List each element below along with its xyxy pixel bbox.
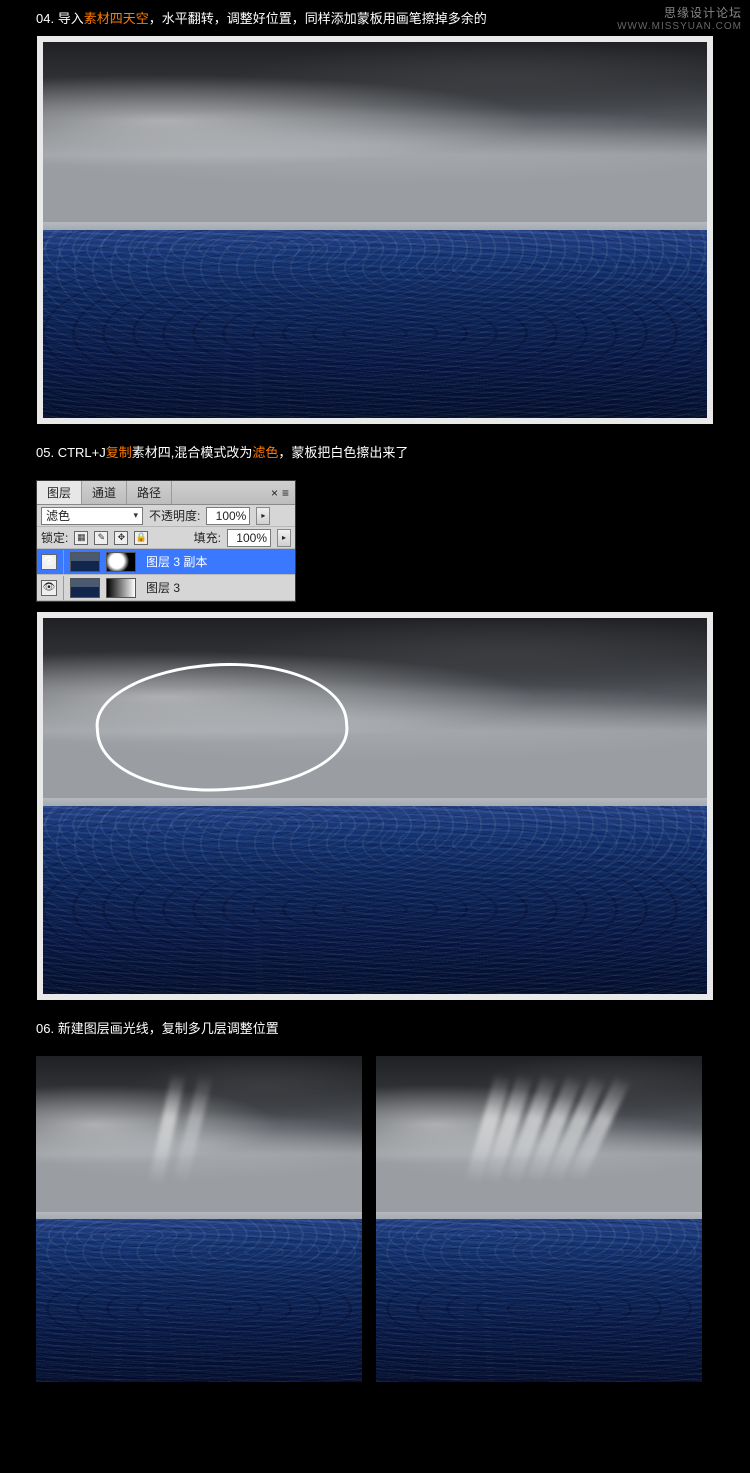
tab-layers[interactable]: 图层 xyxy=(37,481,82,504)
ocean-water xyxy=(36,1219,362,1382)
ocean-water xyxy=(43,806,707,994)
fill-input[interactable]: 100% xyxy=(227,529,271,547)
blend-mode-dropdown[interactable]: 滤色 ▾ xyxy=(41,507,143,525)
panel-tabs: 图层 通道 路径 × ≡ xyxy=(37,481,295,505)
step-05-highlight-1: 复制 xyxy=(106,445,132,460)
opacity-value: 100% xyxy=(216,509,247,523)
lock-all-icon[interactable]: 🔒 xyxy=(134,531,148,545)
layer-list: 👁 图层 3 副本 👁 图层 3 xyxy=(37,549,295,601)
step-06-text: 新建图层画光线，复制多几层调整位置 xyxy=(58,1021,279,1036)
step-05-prefix: CTRL+J xyxy=(58,445,106,460)
step-05-number: 05. xyxy=(36,445,54,460)
layer-name: 图层 3 xyxy=(142,579,291,596)
storm-clouds xyxy=(43,42,707,230)
visibility-eye-icon[interactable]: 👁 xyxy=(41,580,57,596)
step-05-figure xyxy=(37,612,713,1000)
layers-panel: 图层 通道 路径 × ≡ 滤色 ▾ 不透明度: 100% ▸ 锁定: ▦ ✎ ✥… xyxy=(36,480,296,602)
visibility-eye-icon[interactable]: 👁 xyxy=(41,554,57,570)
watermark-title: 思缘设计论坛 xyxy=(617,4,742,21)
step-06-caption: 06. 新建图层画光线，复制多几层调整位置 xyxy=(36,1018,714,1040)
lock-row: 锁定: ▦ ✎ ✥ 🔒 填充: 100% ▸ xyxy=(37,527,295,549)
step-04-rest: ，水平翻转，调整好位置，同样添加蒙板用画笔擦掉多余的 xyxy=(149,11,487,26)
step-05-caption: 05. CTRL+J复制素材四,混合模式改为滤色，蒙板把白色擦出来了 xyxy=(36,442,714,464)
layer-thumbnail xyxy=(70,578,100,598)
lock-label: 锁定: xyxy=(41,529,68,546)
blend-mode-value: 滤色 xyxy=(46,507,70,524)
fill-label: 填充: xyxy=(194,529,221,546)
storm-clouds xyxy=(376,1056,702,1219)
opacity-flyout[interactable]: ▸ xyxy=(256,507,270,525)
step-06-figure-left xyxy=(36,1056,362,1382)
step-05: 05. CTRL+J复制素材四,混合模式改为滤色，蒙板把白色擦出来了 xyxy=(0,442,750,464)
chevron-down-icon: ▾ xyxy=(133,510,138,521)
fill-value: 100% xyxy=(236,531,267,545)
step-05-rest: ，蒙板把白色擦出来了 xyxy=(278,445,408,460)
step-06: 06. 新建图层画光线，复制多几层调整位置 xyxy=(0,1018,750,1040)
panel-collapse-icon[interactable]: × xyxy=(271,486,278,500)
layer-name: 图层 3 副本 xyxy=(142,553,291,570)
ocean-scene xyxy=(36,1056,362,1382)
ocean-water xyxy=(376,1219,702,1382)
watermark-url: WWW.MISSYUAN.COM xyxy=(617,21,742,32)
step-05-figure-wrap xyxy=(0,612,750,1000)
layer-mask-thumbnail xyxy=(106,552,136,572)
storm-clouds xyxy=(36,1056,362,1219)
panel-controls: × ≡ xyxy=(265,481,295,504)
blend-row: 滤色 ▾ 不透明度: 100% ▸ xyxy=(37,505,295,527)
opacity-label: 不透明度: xyxy=(149,507,200,524)
step-04-prefix: 导入 xyxy=(58,11,84,26)
layer-thumbnail xyxy=(70,552,100,572)
ocean-water xyxy=(43,230,707,418)
step-06-figures xyxy=(0,1056,750,1382)
ocean-scene xyxy=(43,42,707,418)
lock-icons: ▦ ✎ ✥ 🔒 xyxy=(74,531,148,545)
divider xyxy=(63,576,64,600)
step-04-highlight: 素材四天空 xyxy=(84,11,149,26)
lock-transparency-icon[interactable]: ▦ xyxy=(74,531,88,545)
step-04-caption: 04. 导入素材四天空，水平翻转，调整好位置，同样添加蒙板用画笔擦掉多余的 xyxy=(36,8,714,30)
opacity-input[interactable]: 100% xyxy=(206,507,250,525)
lock-move-icon[interactable]: ✥ xyxy=(114,531,128,545)
step-06-number: 06. xyxy=(36,1021,54,1036)
step-05-mid: 素材四,混合模式改为 xyxy=(132,445,253,460)
storm-clouds xyxy=(43,618,707,806)
tab-channels[interactable]: 通道 xyxy=(82,481,127,504)
horizontal-scrollbar[interactable] xyxy=(255,420,495,424)
divider xyxy=(63,550,64,574)
lock-brush-icon[interactable]: ✎ xyxy=(94,531,108,545)
step-05-highlight-2: 滤色 xyxy=(252,445,278,460)
step-04-number: 04. xyxy=(36,11,54,26)
layer-item[interactable]: 👁 图层 3 副本 xyxy=(37,549,295,575)
step-04: 04. 导入素材四天空，水平翻转，调整好位置，同样添加蒙板用画笔擦掉多余的 xyxy=(0,8,750,424)
ocean-scene xyxy=(43,618,707,994)
step-06-figure-right xyxy=(376,1056,702,1382)
tab-paths[interactable]: 路径 xyxy=(127,481,172,504)
watermark: 思缘设计论坛 WWW.MISSYUAN.COM xyxy=(617,4,742,32)
layer-mask-thumbnail xyxy=(106,578,136,598)
panel-menu-icon[interactable]: ≡ xyxy=(282,486,289,500)
layer-item[interactable]: 👁 图层 3 xyxy=(37,575,295,601)
fill-flyout[interactable]: ▸ xyxy=(277,529,291,547)
step-04-figure xyxy=(37,36,713,424)
ocean-scene xyxy=(376,1056,702,1382)
